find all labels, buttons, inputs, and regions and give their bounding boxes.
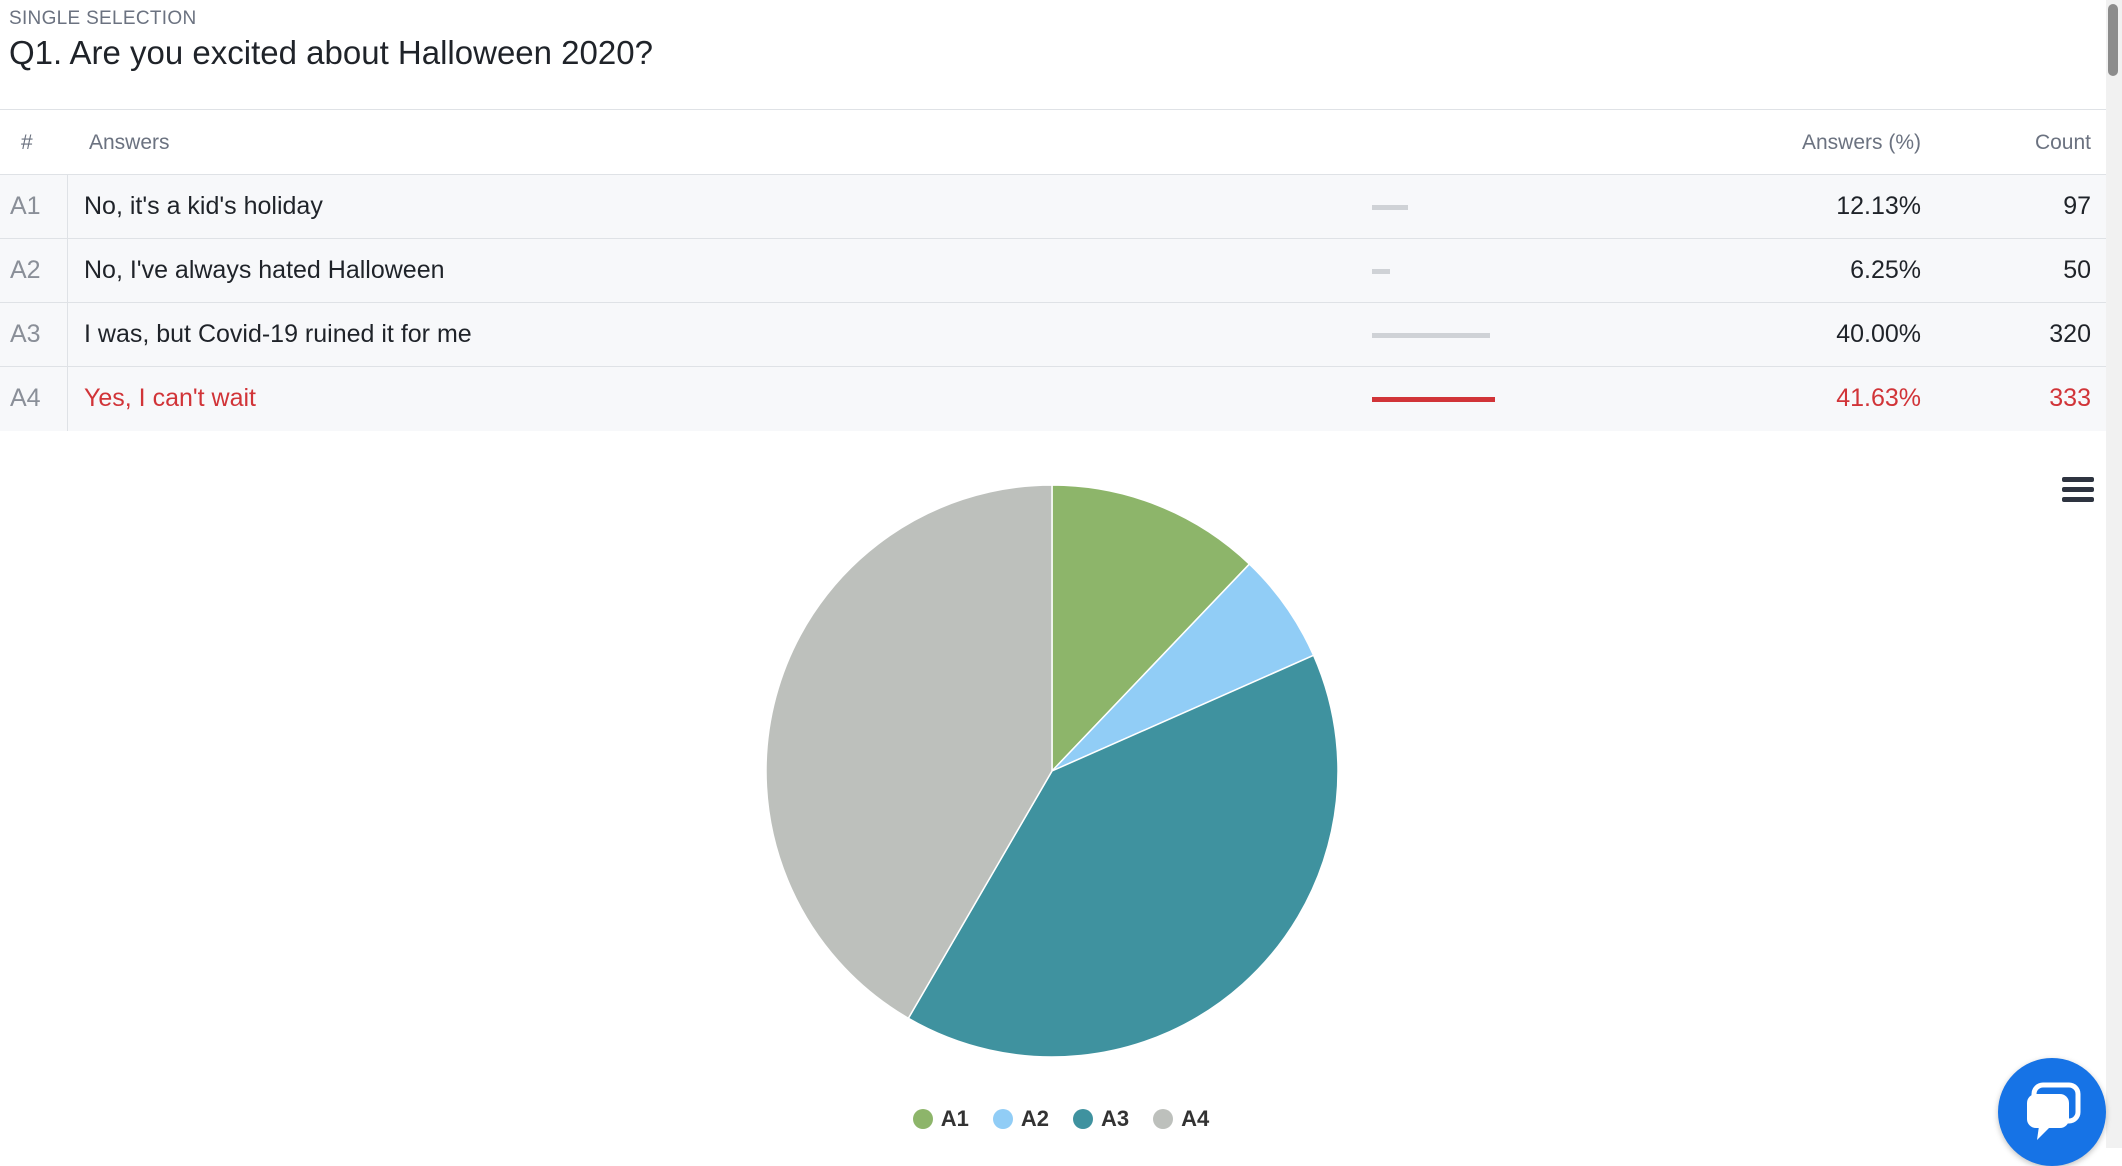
chat-bubble-icon [2027, 1082, 2081, 1140]
header-index: # [21, 131, 33, 154]
pie-chart [765, 484, 1339, 1058]
legend-item[interactable]: A3 [1073, 1106, 1129, 1132]
column-divider [67, 367, 68, 431]
table-row: A2 No, I've always hated Halloween 6.25% 50 [0, 239, 2106, 303]
answer-index: A1 [10, 192, 41, 220]
answer-count: 320 [2049, 320, 2091, 348]
legend-item[interactable]: A2 [992, 1106, 1049, 1132]
legend-swatch [912, 1109, 933, 1129]
answer-percent: 41.63% [1836, 384, 1921, 412]
table-row: A3 I was, but Covid-19 ruined it for me 40… [0, 303, 2106, 367]
question-type-label: SINGLE SELECTION [9, 8, 197, 29]
scrollbar[interactable] [2106, 0, 2122, 1148]
answer-percent: 40.00% [1836, 320, 1921, 348]
answer-text: I was, but Covid-19 ruined it for me [84, 320, 472, 348]
answer-count: 333 [2049, 384, 2091, 412]
divider [0, 109, 2106, 110]
header-percent: Answers (%) [1801, 131, 1921, 154]
answer-share-bar [1372, 333, 1490, 338]
legend-swatch [1153, 1109, 1174, 1129]
chat-button[interactable] [1998, 1058, 2106, 1166]
column-divider [67, 303, 68, 366]
header-answers: Answers [89, 131, 170, 154]
answer-share-bar [1372, 397, 1495, 402]
legend-item[interactable]: A1 [912, 1106, 969, 1132]
answer-index: A4 [10, 384, 41, 412]
answer-text: No, it's a kid's holiday [84, 192, 323, 220]
legend-label: A4 [1181, 1106, 1210, 1131]
answer-text: No, I've always hated Halloween [84, 256, 445, 284]
scrollbar-thumb[interactable] [2108, 4, 2118, 76]
legend-label: A2 [1020, 1106, 1049, 1131]
legend-swatch [992, 1109, 1013, 1129]
answer-percent: 6.25% [1850, 256, 1921, 284]
answers-table: A1 No, it's a kid's holiday 12.13% 97 A2 No, … [0, 175, 2106, 431]
answer-share-bar [1372, 205, 1408, 210]
legend-swatch [1073, 1109, 1093, 1129]
answer-index: A2 [10, 256, 41, 284]
table-row: A4 Yes, I can't wait 41.63% 333 [0, 367, 2106, 431]
answer-text: Yes, I can't wait [84, 384, 256, 412]
legend-label: A3 [1101, 1106, 1130, 1131]
table-header: # Answers Answers (%) Count [0, 111, 2106, 174]
answer-percent: 12.13% [1836, 192, 1921, 220]
column-divider [67, 175, 68, 238]
answer-index: A3 [10, 320, 41, 348]
table-row: A1 No, it's a kid's holiday 12.13% 97 [0, 175, 2106, 239]
legend-label: A1 [940, 1106, 969, 1131]
answer-count: 97 [2063, 192, 2091, 220]
answer-count: 50 [2063, 256, 2091, 284]
question-title: Q1. Are you excited about Halloween 2020… [9, 34, 653, 71]
answer-share-bar [1372, 269, 1390, 274]
header-count: Count [2034, 131, 2091, 154]
chart-legend: A1 A2 A3 A4 [0, 1106, 2122, 1132]
column-divider [67, 239, 68, 302]
legend-item[interactable]: A4 [1153, 1106, 1209, 1132]
